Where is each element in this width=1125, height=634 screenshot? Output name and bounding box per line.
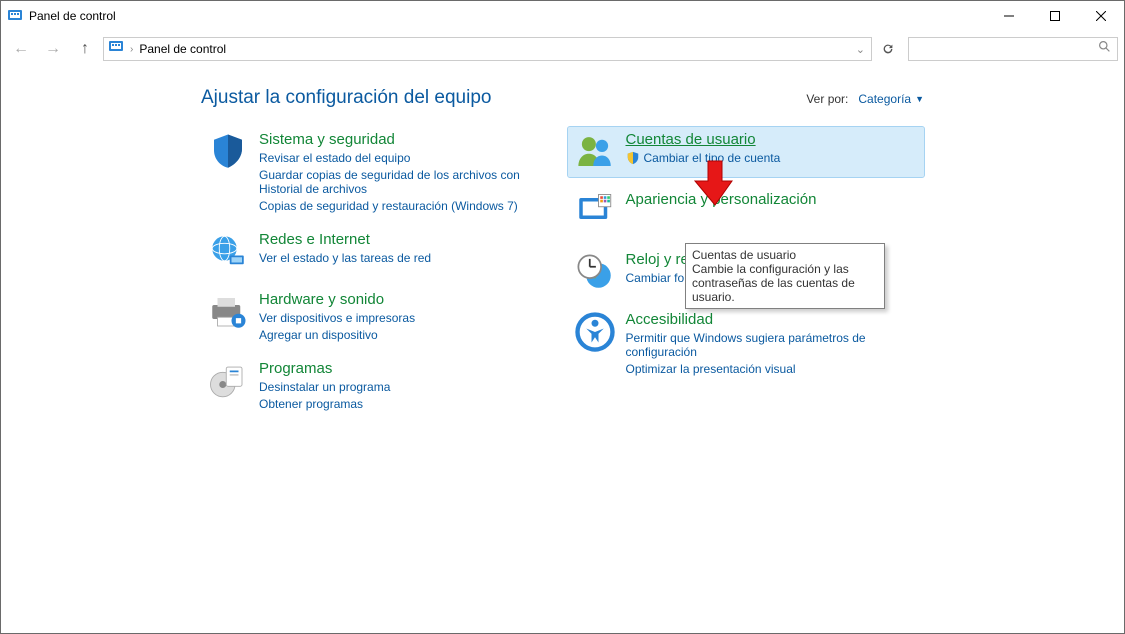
category-title[interactable]: Programas — [259, 360, 390, 377]
category-link[interactable]: Ver el estado y las tareas de red — [259, 251, 431, 265]
user-accounts-icon — [574, 131, 616, 173]
category-appearance[interactable]: Apariencia y personalización — [568, 187, 925, 237]
category-link[interactable]: Revisar el estado del equipo — [259, 151, 552, 165]
category-link[interactable]: Cambiar el tipo de cuenta — [626, 151, 781, 165]
appearance-icon — [574, 191, 616, 233]
category-title[interactable]: Apariencia y personalización — [626, 191, 817, 208]
category-title[interactable]: Hardware y sonido — [259, 291, 415, 308]
forward-button[interactable]: → — [39, 35, 67, 63]
tooltip-title: Cuentas de usuario — [692, 248, 878, 262]
category-link[interactable]: Copias de seguridad y restauración (Wind… — [259, 199, 552, 213]
chevron-down-icon[interactable]: ⌄ — [854, 43, 867, 56]
globe-network-icon — [207, 231, 249, 273]
up-button[interactable]: ↑ — [71, 35, 99, 63]
category-column-left: Sistema y seguridad Revisar el estado de… — [201, 127, 558, 415]
window-title: Panel de control — [29, 9, 986, 23]
uac-shield-icon — [626, 151, 640, 165]
window-buttons — [986, 1, 1124, 31]
category-link[interactable]: Optimizar la presentación visual — [626, 362, 919, 376]
category-network-internet[interactable]: Redes e Internet Ver el estado y las tar… — [201, 227, 558, 277]
category-link[interactable]: Ver dispositivos e impresoras — [259, 311, 415, 325]
chevron-down-icon: ▼ — [915, 94, 924, 104]
category-system-security[interactable]: Sistema y seguridad Revisar el estado de… — [201, 127, 558, 217]
minimize-button[interactable] — [986, 1, 1032, 31]
category-hardware-sound[interactable]: Hardware y sonido Ver dispositivos e imp… — [201, 287, 558, 346]
category-link[interactable]: Desinstalar un programa — [259, 380, 390, 394]
breadcrumb-root[interactable]: Panel de control — [139, 42, 226, 56]
close-button[interactable] — [1078, 1, 1124, 31]
nav-bar: ← → ↑ › Panel de control ⌄ — [1, 31, 1124, 67]
view-by-dropdown[interactable]: Categoría ▼ — [858, 92, 924, 106]
category-programs[interactable]: Programas Desinstalar un programa Obtene… — [201, 356, 558, 415]
refresh-button[interactable] — [876, 37, 900, 61]
shield-system-icon — [207, 131, 249, 173]
view-by-label: Ver por: — [806, 92, 848, 106]
category-accessibility[interactable]: Accesibilidad Permitir que Windows sugie… — [568, 307, 925, 380]
category-title[interactable]: Accesibilidad — [626, 311, 919, 328]
maximize-button[interactable] — [1032, 1, 1078, 31]
view-by-value: Categoría — [858, 92, 911, 106]
accessibility-icon — [574, 311, 616, 353]
control-panel-icon — [7, 8, 23, 24]
printer-hardware-icon — [207, 291, 249, 333]
control-panel-icon — [108, 39, 124, 60]
clock-globe-icon — [574, 251, 616, 293]
category-user-accounts[interactable]: Cuentas de usuario Cambiar el tipo de cu… — [568, 127, 925, 177]
category-title[interactable]: Redes e Internet — [259, 231, 431, 248]
tooltip-body: Cambie la configuración y las contraseña… — [692, 262, 878, 304]
category-link[interactable]: Obtener programas — [259, 397, 390, 411]
tooltip: Cuentas de usuario Cambie la configuraci… — [685, 243, 885, 309]
category-link[interactable]: Agregar un dispositivo — [259, 328, 415, 342]
chevron-right-icon[interactable]: › — [128, 44, 135, 55]
category-link[interactable]: Permitir que Windows sugiera parámetros … — [626, 331, 919, 359]
back-button[interactable]: ← — [7, 35, 35, 63]
content-area: Ajustar la configuración del equipo Ver … — [1, 67, 1124, 415]
category-title[interactable]: Cuentas de usuario — [626, 131, 781, 148]
category-link[interactable]: Guardar copias de seguridad de los archi… — [259, 168, 552, 196]
search-icon — [1098, 40, 1111, 58]
address-bar[interactable]: › Panel de control ⌄ — [103, 37, 872, 61]
search-input[interactable] — [908, 37, 1118, 61]
title-bar: Panel de control — [1, 1, 1124, 31]
page-heading: Ajustar la configuración del equipo — [201, 87, 806, 109]
category-title[interactable]: Sistema y seguridad — [259, 131, 552, 148]
programs-disc-icon — [207, 360, 249, 402]
